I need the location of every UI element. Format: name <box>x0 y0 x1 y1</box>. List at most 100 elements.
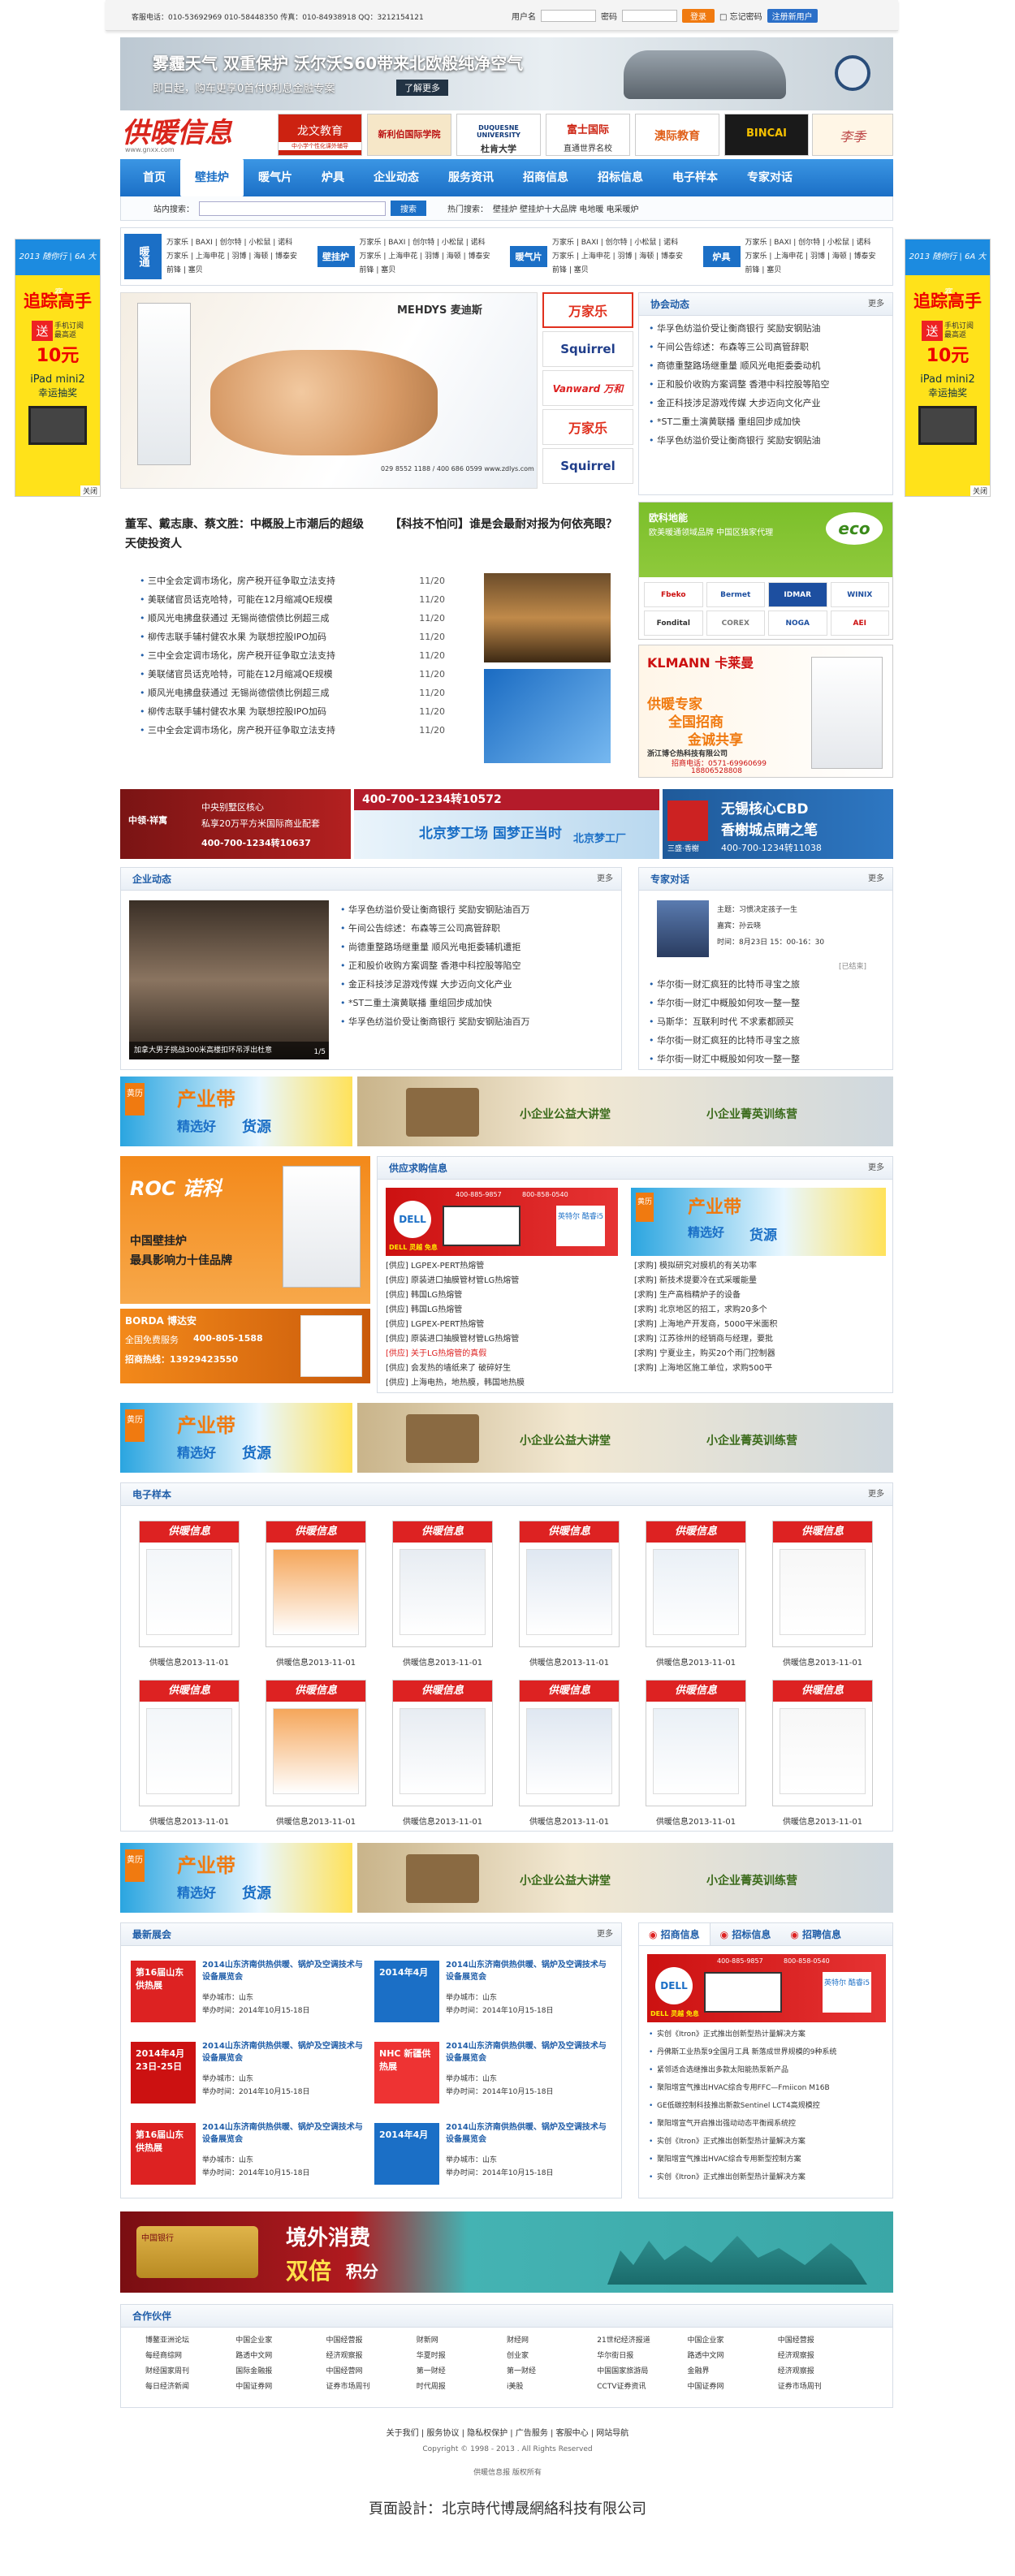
supply-item[interactable]: [供应] 原装进口抽膜管材管LG热熔管 <box>386 1274 626 1288</box>
list-item[interactable]: 金正科技涉足游戏传媒 大步迈向文化产业 <box>337 975 613 994</box>
side-ad-right[interactable]: 2013 随你行 | 6A 大赛 追踪高手 送手机订阅 最高返 10元 iPad … <box>905 239 991 497</box>
e-sample-item[interactable]: 供暖信息 供暖信息2013-11-01 <box>139 1521 240 1668</box>
partner-link[interactable]: 每经商综网 <box>145 2349 235 2360</box>
ad-industry-belt[interactable]: 黄历 产业带 精选好 货源 <box>120 1077 352 1146</box>
ad-industry-belt[interactable]: 黄历 产业带 精选好 货源 <box>120 1843 352 1913</box>
expert-photo[interactable] <box>657 900 709 957</box>
demand-item[interactable]: [求购] 北京地区的招工，求购20多个 <box>634 1303 886 1318</box>
search-button[interactable]: 搜索 <box>391 201 426 216</box>
partner-link[interactable]: 华夏时报 <box>417 2349 507 2360</box>
partner-link[interactable]: 国际金融报 <box>235 2365 326 2375</box>
nav-radiator[interactable]: 暖气片 <box>244 159 307 196</box>
volvo-banner[interactable]: 雾霾天气 双重保护 沃尔沃S60带来北欧般纯净空气 即日起，购车更享0首付0利息… <box>120 37 893 110</box>
logo-ad-longwen[interactable]: 龙文教育 中小学个性化课外辅导 <box>278 114 362 156</box>
brand-logo[interactable]: Squirrel <box>542 448 633 484</box>
category-row[interactable]: 前锋 | 塞贝 <box>360 264 490 278</box>
list-item[interactable]: 聚阳增宣气推出HVAC综合专用新型控制方案 <box>646 2151 886 2168</box>
partner-link[interactable]: 经济观察报 <box>326 2349 417 2360</box>
e-sample-item[interactable]: 供暖信息 供暖信息2013-11-01 <box>266 1680 366 1827</box>
expo-item[interactable]: NHC 新疆供热展 2014山东济南供热供暖、锅炉及空调技术与设备展览会 举办城市：… <box>374 2037 611 2112</box>
partner-link[interactable]: i美股 <box>507 2380 597 2391</box>
demand-item[interactable]: [求购] 新技术提要冷在式采暖能量 <box>634 1274 886 1288</box>
side-ad-close-button[interactable]: 关闭 <box>970 485 990 496</box>
expo-item[interactable]: 第16届山东供热展 2014山东济南供热供暖、锅炉及空调技术与设备展览会 举办城市：… <box>131 2118 368 2193</box>
list-item[interactable]: 正和股价收购方案调整 香港中科控股等陷空 <box>646 375 886 394</box>
expo-item[interactable]: 2014年4月23日-25日 2014山东济南供热供暖、锅炉及空调技术与设备展览会… <box>131 2037 368 2112</box>
e-sample-item[interactable]: 供暖信息 供暖信息2013-11-01 <box>392 1680 493 1827</box>
list-item[interactable]: 顺风光电拂盘获通过 无锡尚德偿债比例超三成 11/20 <box>136 684 445 702</box>
partner-link[interactable]: 中国经营网 <box>326 2365 417 2375</box>
more-link[interactable]: 更多 <box>868 1157 884 1180</box>
news-photo-speaker[interactable] <box>484 573 611 662</box>
logo-ad-bincai[interactable]: BINCAI <box>724 114 809 156</box>
partner-link[interactable]: 中国企业家 <box>235 2334 326 2345</box>
partner-link[interactable]: 证券市场周刊 <box>778 2380 868 2391</box>
partner-link[interactable]: 路透中文网 <box>688 2349 778 2360</box>
e-sample-item[interactable]: 供暖信息 供暖信息2013-11-01 <box>266 1521 366 1668</box>
list-item[interactable]: GE低碳控制科技推出新款Sentinel LCT4高规模控 <box>646 2097 886 2115</box>
list-item[interactable]: 午间公告综述：布森等三公司高管辞职 <box>646 338 886 356</box>
headline-title[interactable]: 董军、戴志康、蔡文胜：中概股上市潮后的超级天使投资人 <box>125 515 369 554</box>
list-item[interactable]: 美联储官员话克哈特，可能在12月缩减QE规模 11/20 <box>136 590 445 609</box>
e-sample-item[interactable]: 供暖信息 供暖信息2013-11-01 <box>519 1521 620 1668</box>
nav-stove[interactable]: 炉具 <box>307 159 359 196</box>
partner-link[interactable]: 中国经营报 <box>778 2334 868 2345</box>
more-link[interactable]: 更多 <box>597 1923 613 1946</box>
partner-link[interactable]: 每日经济新闻 <box>145 2380 235 2391</box>
partner-link[interactable]: 经济观察报 <box>778 2365 868 2375</box>
brand-logo[interactable]: 万家乐 <box>542 409 633 445</box>
e-sample-item[interactable]: 供暖信息 供暖信息2013-11-01 <box>772 1680 873 1827</box>
nav-bid[interactable]: 招标信息 <box>583 159 658 196</box>
ad-klmann[interactable]: KLMANN 卡莱曼 供暖专家 全国招商 金诚共享 浙江博仑热科技有限公司 招商… <box>638 645 893 778</box>
list-item[interactable]: 三中全会定调市场化，房产税开征争取立法支持 11/20 <box>136 646 445 665</box>
site-logo[interactable]: 供暖信息 www.gnxx.com <box>122 114 276 156</box>
partner-link[interactable]: 博鳌亚洲论坛 <box>145 2334 235 2345</box>
partner-link[interactable]: 路透中文网 <box>235 2349 326 2360</box>
category-row[interactable]: 万家乐 | BAXI | 创尔特 | 小松鼠 | 诺科 <box>360 236 490 250</box>
ad-industry-belt-small[interactable]: 黄历 产业带 精选好 货源 <box>631 1188 886 1256</box>
demand-item[interactable]: [求购] 上海地区施工单位，求购500平 <box>634 1361 886 1376</box>
list-item[interactable]: 实创《Itron》正式推出创新型热计量解决方案 <box>646 2133 886 2151</box>
list-item[interactable]: 华孚色纺溢价受让衡商银行 奖励安钢贴油 <box>646 431 886 450</box>
nav-wall-boiler[interactable]: 壁挂炉 <box>180 159 244 196</box>
footer-links[interactable]: 关于我们 | 服务协议 | 隐私权保护 | 广告服务 | 客服中心 | 网站导航 <box>0 2426 1015 2438</box>
focus-ad[interactable]: MEHDYS 麦迪斯 029 8552 1188 / 400 686 0599 … <box>120 292 538 489</box>
list-item[interactable]: 柳传志联手辅村健农水果 为联想控股IPO加码 11/20 <box>136 702 445 721</box>
supply-item[interactable]: [供应] 上海电热，地热膜，韩国地热膜 <box>386 1376 626 1391</box>
ad-strip-left[interactable]: 中领·祥寓 中央别墅区核心 私享20万平方米国际商业配套 400-700-123… <box>120 789 351 859</box>
list-item[interactable]: 金正科技涉足游戏传媒 大步迈向文化产业 <box>646 394 886 412</box>
headline-title-2[interactable]: 【科技不怕问】谁是会最耐对报为何依亮眼？ <box>390 515 625 534</box>
partner-link[interactable]: 财经国家周刊 <box>145 2365 235 2375</box>
search-input[interactable] <box>199 201 386 216</box>
list-item[interactable]: 实创《Itron》正式推出创新型热计量解决方案 <box>646 2026 886 2043</box>
register-button[interactable]: 注册新用户 <box>767 9 818 23</box>
username-input[interactable] <box>541 10 596 22</box>
logo-ad-duquesne[interactable]: DUQUESNE UNIVERSITY 杜肯大学 <box>456 114 541 156</box>
category-row[interactable]: 万家乐 | 上海申花 | 羽博 | 海顿 | 博泰安 <box>552 250 683 264</box>
logo-ad-xinli[interactable]: 新利伯国际学院 <box>367 114 451 156</box>
more-link[interactable]: 更多 <box>868 868 884 891</box>
partner-link[interactable]: 第一财经 <box>507 2365 597 2375</box>
list-item[interactable]: 华孚色纺溢价受让衡商银行 奖励安钢贴油百万 <box>337 1012 613 1031</box>
e-sample-item[interactable]: 供暖信息 供暖信息2013-11-01 <box>139 1680 240 1827</box>
ad-dell[interactable]: DELL 400-885-9857 800-858-0540 英特尔 酷睿i5 … <box>386 1188 618 1256</box>
banner-more-button[interactable]: 了解更多 <box>396 80 448 96</box>
nav-home[interactable]: 首页 <box>128 159 180 196</box>
partner-link[interactable]: 经济观察报 <box>778 2349 868 2360</box>
category-head[interactable]: 暖气片 <box>510 246 547 267</box>
ad-public-lecture[interactable]: 小企业公益大讲堂 小企业菁英训练营 <box>357 1077 893 1146</box>
demand-item[interactable]: [求购] 宁夏业主，购买20个雨门控制器 <box>634 1347 886 1361</box>
supply-item[interactable]: [供应] 韩国LG热熔管 <box>386 1303 626 1318</box>
ad-roc[interactable]: ROC 诺科 中国壁挂炉 最具影响力十佳品牌 <box>120 1156 370 1304</box>
list-item[interactable]: 美联储官员话克哈特，可能在12月缩减QE规模 11/20 <box>136 665 445 684</box>
news-photo-phones[interactable] <box>484 669 611 763</box>
partner-link[interactable]: 创业家 <box>507 2349 597 2360</box>
brand-logo[interactable]: 万家乐 <box>542 292 633 328</box>
ad-strip-right[interactable]: 三盛·香榭 无锡核心CBD 香榭城点睛之笔 400-700-1234转11038 <box>663 789 893 859</box>
category-row[interactable]: 前锋 | 塞贝 <box>166 264 297 278</box>
partner-link[interactable]: 证券市场周刊 <box>326 2380 417 2391</box>
list-item[interactable]: 华孚色纺溢价受让衡商银行 奖励安钢贴油百万 <box>337 900 613 919</box>
list-item[interactable]: 聚阳增宣气推出HVAC综合专用FFC—Fmiicon M16B <box>646 2079 886 2097</box>
demand-item[interactable]: [求购] 上海地产开发商，5000平米面积 <box>634 1318 886 1332</box>
e-sample-item[interactable]: 供暖信息 供暖信息2013-11-01 <box>519 1680 620 1827</box>
